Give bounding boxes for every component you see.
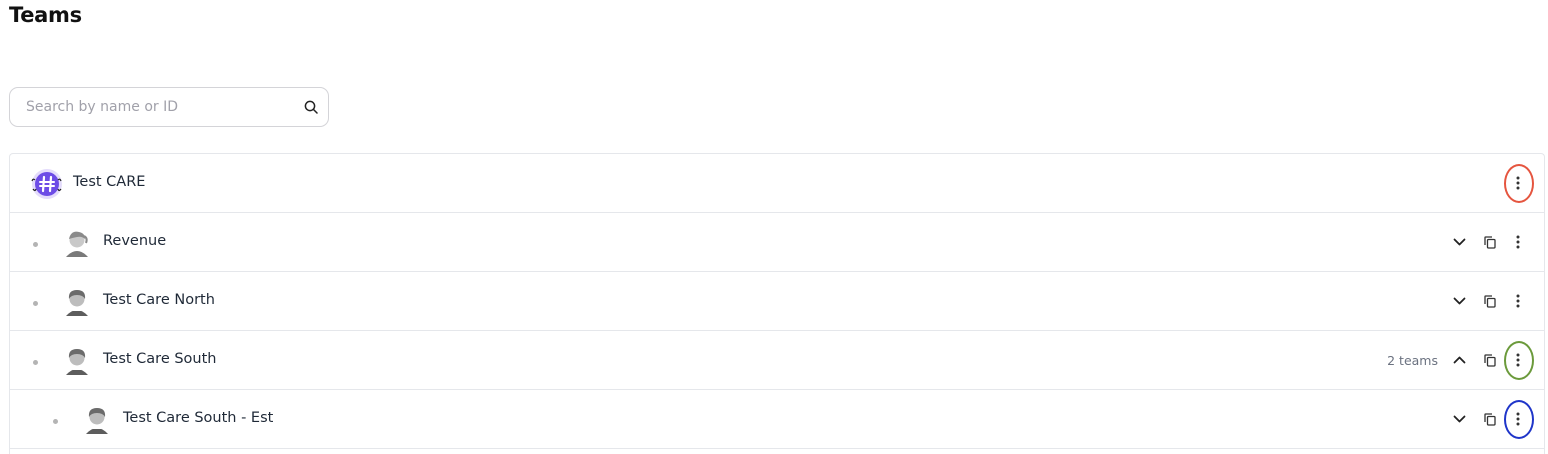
chevron-down-icon: [1453, 415, 1465, 423]
team-avatar-icon: [66, 349, 88, 375]
copy-icon: [1484, 353, 1496, 367]
more-options-button[interactable]: [1505, 229, 1531, 255]
expand-button[interactable]: [1446, 406, 1472, 432]
team-avatar-icon: [66, 290, 88, 316]
copy-button[interactable]: [1477, 229, 1503, 255]
chevron-down-icon: [1453, 297, 1465, 305]
more-options-button[interactable]: [1505, 288, 1531, 314]
more-vertical-icon: [1516, 294, 1520, 308]
more-options-button[interactable]: [1505, 406, 1531, 432]
copy-icon: [1484, 412, 1496, 426]
team-name: Test Care South: [103, 351, 217, 367]
more-vertical-icon: [1516, 412, 1520, 426]
team-row[interactable]: Revenue: [10, 213, 1544, 272]
tree-bullet: [33, 242, 38, 247]
expand-button[interactable]: [1446, 229, 1472, 255]
copy-button[interactable]: [1477, 288, 1503, 314]
org-name: Test CARE: [73, 174, 146, 190]
expand-button[interactable]: [1446, 288, 1472, 314]
more-options-button[interactable]: [1505, 347, 1531, 373]
org-row[interactable]: Test CARE: [10, 154, 1544, 213]
team-name: Test Care North: [103, 292, 215, 308]
search-box: [9, 87, 329, 127]
more-vertical-icon: [1516, 353, 1520, 367]
search-input[interactable]: [26, 88, 296, 125]
copy-icon: [1484, 294, 1496, 308]
collapse-button[interactable]: [1446, 347, 1472, 373]
team-name: Revenue: [103, 233, 167, 249]
copy-button[interactable]: [1477, 406, 1503, 432]
organization-logo-icon: [31, 169, 62, 199]
subteam-row[interactable]: Test Care South - Est: [10, 390, 1544, 449]
team-name: Test Care South - Est: [123, 410, 274, 426]
team-row[interactable]: Test Care North: [10, 272, 1544, 331]
teams-tree: Test CARE Revenue Test Care North Test C…: [9, 153, 1545, 454]
search-icon[interactable]: [304, 100, 318, 114]
tree-bullet: [33, 360, 38, 365]
tree-bullet: [53, 419, 58, 424]
chevron-up-icon: [1453, 356, 1465, 364]
org-more-options-button[interactable]: [1505, 170, 1531, 196]
team-row[interactable]: Test Care South 2 teams: [10, 331, 1544, 390]
more-vertical-icon: [1516, 235, 1520, 249]
copy-button[interactable]: [1477, 347, 1503, 373]
team-avatar-icon: [66, 231, 88, 257]
page-title: Teams: [9, 3, 82, 27]
tree-bullet: [33, 301, 38, 306]
team-avatar-icon: [86, 408, 108, 434]
subteam-count: 2 teams: [1387, 353, 1438, 368]
copy-icon: [1484, 235, 1496, 249]
chevron-down-icon: [1453, 238, 1465, 246]
more-vertical-icon: [1516, 176, 1520, 190]
